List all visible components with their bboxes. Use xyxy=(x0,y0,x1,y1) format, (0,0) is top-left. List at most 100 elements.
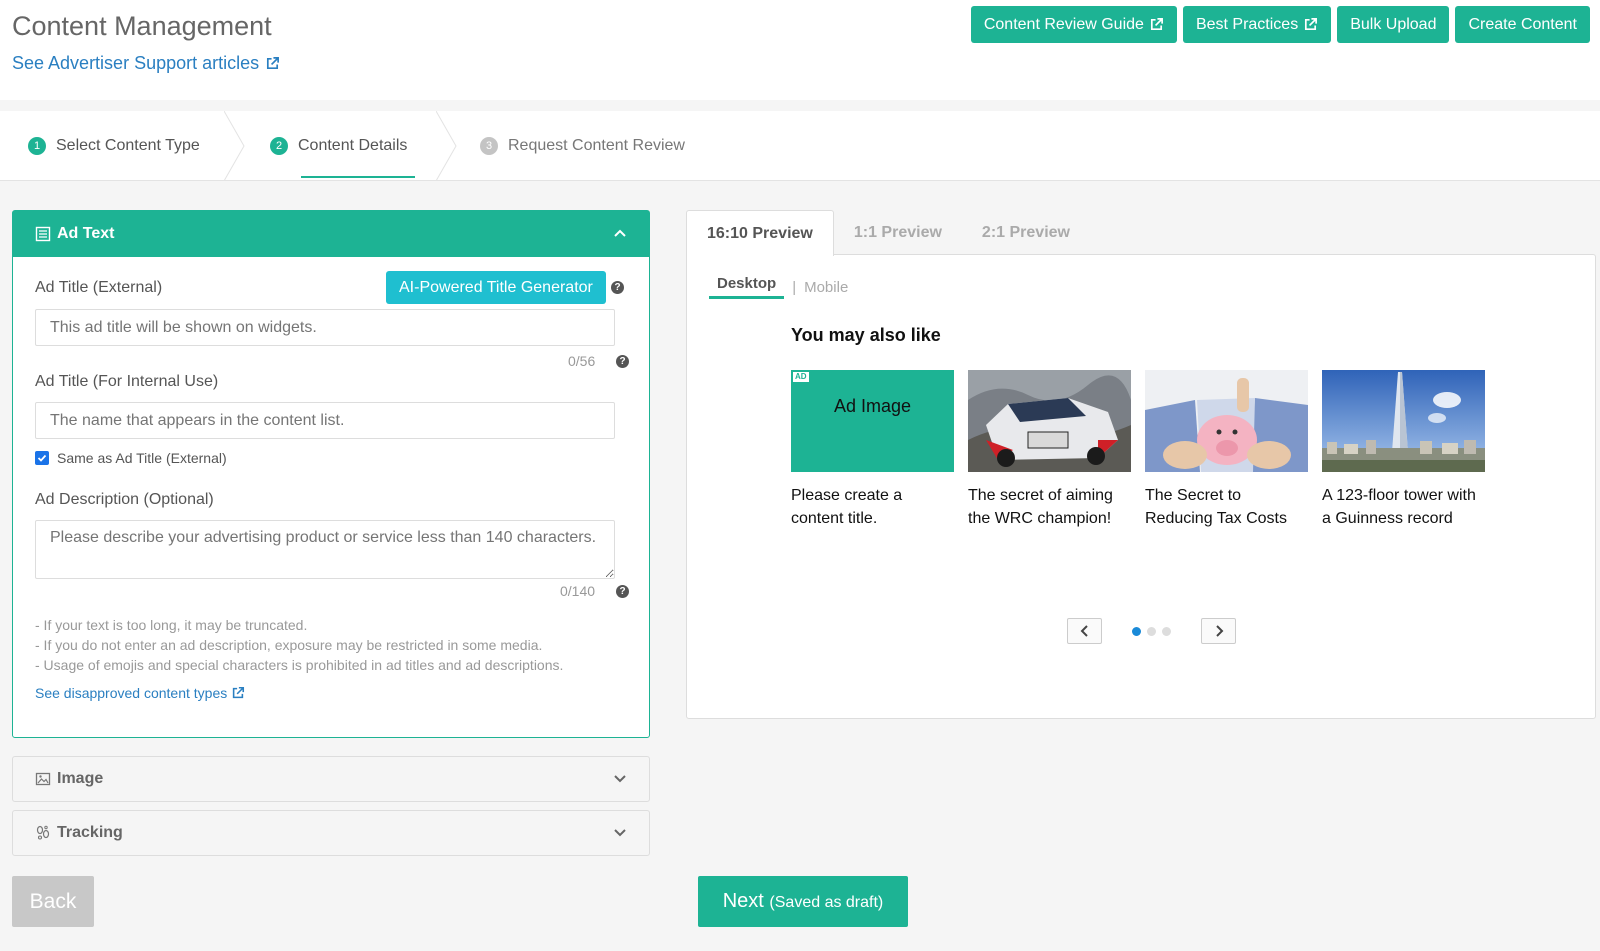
same-as-title-label: Same as Ad Title (External) xyxy=(57,450,227,466)
top-header: Content Management See Advertiser Suppor… xyxy=(0,0,1600,100)
carousel-dot[interactable] xyxy=(1162,626,1171,636)
image-icon xyxy=(35,772,51,786)
support-link-label: See Advertiser Support articles xyxy=(12,53,260,73)
chevron-left-icon xyxy=(1080,625,1088,637)
step-number: 2 xyxy=(270,137,288,155)
page-title: Content Management xyxy=(12,11,272,41)
chevron-up-icon xyxy=(614,229,626,237)
chevron-down-icon xyxy=(614,775,626,783)
next-label: Next xyxy=(722,890,764,912)
best-practices-button[interactable]: Best Practices xyxy=(1182,6,1332,43)
ad-text-body: Ad Title (External) AI-Powered Title Gen… xyxy=(13,257,649,737)
device-toggle: Desktop | Mobile xyxy=(709,275,848,299)
ad-text-notes: - If your text is too long, it may be tr… xyxy=(35,615,563,675)
create-content-button[interactable]: Create Content xyxy=(1455,6,1590,43)
step-content-details[interactable]: 2 Content Details xyxy=(270,111,407,181)
step-request-content-review[interactable]: 3 Request Content Review xyxy=(480,111,685,181)
tower-thumbnail xyxy=(1322,370,1485,472)
chevron-down-icon xyxy=(614,829,626,837)
next-button[interactable]: Next (Saved as draft) xyxy=(698,876,908,927)
note-line: - If your text is too long, it may be tr… xyxy=(35,617,308,633)
widget-card: A 123-floor tower with a Guinness record xyxy=(1322,370,1485,530)
support-articles-link[interactable]: See Advertiser Support articles xyxy=(12,53,280,74)
back-button[interactable]: Back xyxy=(12,876,94,927)
content-form: Ad Text Ad Title (External) AI-Powered T… xyxy=(12,210,650,856)
preview-panel: 16:10 Preview 1:1 Preview 2:1 Preview De… xyxy=(686,210,1596,719)
step-separator xyxy=(224,111,245,181)
carousel-next-button[interactable] xyxy=(1201,618,1236,644)
step-label: Content Details xyxy=(298,137,408,154)
header-actions: Content Review Guide Best Practices Bulk… xyxy=(970,6,1590,43)
ad-title-external-input[interactable] xyxy=(35,309,615,346)
ad-title-internal-label: Ad Title (For Internal Use) xyxy=(35,373,219,390)
checkmark-icon xyxy=(37,454,47,462)
step-select-content-type[interactable]: 1 Select Content Type xyxy=(28,111,200,181)
step-number: 1 xyxy=(28,137,46,155)
ai-title-generator-button[interactable]: AI-Powered Title Generator xyxy=(386,271,606,304)
piggy-bank-image xyxy=(1145,370,1308,472)
bulk-upload-button[interactable]: Bulk Upload xyxy=(1337,6,1450,43)
tab-2-1-preview[interactable]: 2:1 Preview xyxy=(962,210,1090,255)
widget-card: The Secret to Reducing Tax Costs xyxy=(1145,370,1308,530)
help-icon[interactable]: ? xyxy=(616,355,629,368)
tower-skyline-image xyxy=(1322,370,1485,472)
rally-car-thumbnail xyxy=(968,370,1131,472)
content-review-guide-label: Content Review Guide xyxy=(983,15,1144,33)
preview-canvas: Desktop | Mobile You may also like AD Ad… xyxy=(686,254,1596,719)
tracking-section-label: Tracking xyxy=(57,824,123,841)
footprints-icon xyxy=(36,825,50,840)
widget-card-title: Please create a content title. xyxy=(791,487,903,527)
document-icon xyxy=(35,226,51,242)
carousel-dots xyxy=(1112,626,1191,636)
preview-tabs: 16:10 Preview 1:1 Preview 2:1 Preview xyxy=(686,210,1596,256)
device-mobile-tab[interactable]: Mobile xyxy=(804,279,848,296)
ad-text-header[interactable]: Ad Text xyxy=(13,211,649,257)
ad-text-heading: Ad Text xyxy=(57,225,115,242)
step-label: Request Content Review xyxy=(508,137,685,154)
rally-car-image xyxy=(968,370,1131,472)
content-review-guide-button[interactable]: Content Review Guide xyxy=(970,6,1177,43)
device-desktop-tab[interactable]: Desktop xyxy=(709,275,785,299)
disapproved-link-label: See disapproved content types xyxy=(35,685,228,701)
title-char-counter: 0/56 xyxy=(568,353,596,369)
ad-text-section: Ad Text Ad Title (External) AI-Powered T… xyxy=(12,210,650,738)
ad-image-label: Ad Image xyxy=(833,396,912,416)
same-as-title-checkbox[interactable] xyxy=(35,451,49,465)
step-progress: 1 Select Content Type 2 Content Details … xyxy=(0,111,1600,181)
disapproved-content-link[interactable]: See disapproved content types xyxy=(35,685,245,701)
device-separator: | xyxy=(792,278,797,296)
external-link-icon xyxy=(233,686,245,699)
piggy-bank-thumbnail xyxy=(1145,370,1308,472)
tab-1-1-preview[interactable]: 1:1 Preview xyxy=(834,210,962,255)
carousel-dot-active[interactable] xyxy=(1132,626,1141,636)
widget-cards: AD Ad Image Please create a content titl… xyxy=(791,370,1485,530)
step-number: 3 xyxy=(480,137,498,155)
carousel-pager xyxy=(1067,618,1236,644)
note-line: - If you do not enter an ad description,… xyxy=(35,637,543,653)
best-practices-label: Best Practices xyxy=(1195,15,1299,33)
note-line: - Usage of emojis and special characters… xyxy=(35,657,564,673)
help-icon[interactable]: ? xyxy=(611,281,624,294)
tracking-section-header[interactable]: Tracking xyxy=(12,810,650,856)
help-icon[interactable]: ? xyxy=(616,585,629,598)
ad-title-external-label: Ad Title (External) xyxy=(35,279,163,296)
carousel-dot[interactable] xyxy=(1147,626,1156,636)
widget-title: You may also like xyxy=(791,325,941,345)
image-section-header[interactable]: Image xyxy=(12,756,650,802)
tab-16-10-preview[interactable]: 16:10 Preview xyxy=(686,210,834,256)
next-sublabel: (Saved as draft) xyxy=(769,894,884,911)
ad-description-label: Ad Description (Optional) xyxy=(35,491,214,508)
step-separator xyxy=(436,111,457,181)
ad-image-placeholder: AD Ad Image xyxy=(791,370,954,472)
external-link-icon xyxy=(267,57,280,70)
same-as-title-row: Same as Ad Title (External) xyxy=(35,450,227,466)
carousel-prev-button[interactable] xyxy=(1067,618,1102,644)
ad-description-textarea[interactable] xyxy=(35,520,615,579)
ad-title-internal-input[interactable] xyxy=(35,402,615,439)
active-step-indicator xyxy=(301,176,415,178)
chevron-right-icon xyxy=(1215,625,1223,637)
widget-card-title: The Secret to Reducing Tax Costs xyxy=(1145,487,1287,527)
external-link-icon xyxy=(1305,18,1318,31)
widget-card: AD Ad Image Please create a content titl… xyxy=(791,370,954,530)
widget-card-title: The secret of aiming the WRC champion! xyxy=(968,487,1113,527)
